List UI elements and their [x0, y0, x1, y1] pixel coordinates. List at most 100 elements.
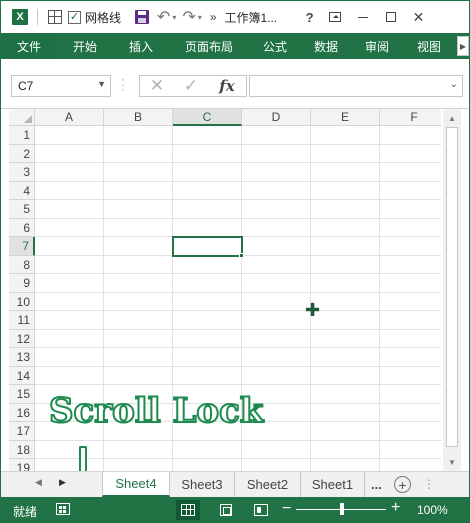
- tab-split-grip-icon[interactable]: ⋮: [423, 477, 435, 491]
- row-gridline: [35, 365, 441, 367]
- formula-input[interactable]: ⌄: [249, 75, 463, 97]
- row-header-17[interactable]: 17: [9, 422, 35, 441]
- scroll-up-icon[interactable]: ▲: [443, 111, 461, 125]
- row-header-14[interactable]: 14: [9, 366, 35, 385]
- sheet-tab-bar: ◀ ▶ Sheet4 Sheet3 Sheet2 Sheet1 ... + ⋮: [1, 471, 469, 497]
- zoom-slider-thumb[interactable]: [340, 503, 344, 515]
- undo-icon[interactable]: ↶: [157, 7, 170, 27]
- tab-file[interactable]: 文件: [1, 33, 57, 59]
- column-header-f[interactable]: F: [380, 109, 441, 126]
- row-header-7[interactable]: 7: [9, 237, 35, 256]
- ribbon-display-icon: [328, 12, 341, 22]
- tab-home[interactable]: 开始: [57, 33, 113, 59]
- chevron-down-icon[interactable]: ▼: [97, 79, 106, 89]
- row-header-13[interactable]: 13: [9, 348, 35, 367]
- row-gridline: [35, 458, 441, 459]
- excel-logo-icon[interactable]: X: [7, 1, 33, 33]
- row-header-10[interactable]: 10: [9, 292, 35, 311]
- ribbon-display-options-button[interactable]: [321, 1, 349, 33]
- column-header-e[interactable]: E: [311, 109, 380, 126]
- tab-data[interactable]: 数据: [301, 33, 351, 59]
- column-header-d[interactable]: D: [242, 109, 311, 126]
- minimize-button[interactable]: [349, 1, 377, 33]
- row-gridline: [35, 217, 441, 219]
- ribbon-tabs: 文件 开始 插入 页面布局 公式 数据 审阅 视图 ▶: [1, 33, 469, 59]
- row-header-4[interactable]: 4: [9, 181, 35, 200]
- row-header-11[interactable]: 11: [9, 311, 35, 330]
- row-gridline: [35, 291, 441, 293]
- enter-check-icon[interactable]: ✓: [174, 76, 208, 96]
- page-break-view-button[interactable]: [249, 500, 273, 520]
- table-grid-icon[interactable]: [48, 10, 62, 24]
- name-box[interactable]: C7 ▼: [11, 75, 111, 97]
- vertical-scrollbar[interactable]: ▲ ▼: [443, 109, 461, 471]
- row-gridline: [35, 347, 441, 348]
- scroll-lock-caption: Scroll Lock: [48, 390, 264, 432]
- vertical-scroll-thumb[interactable]: [446, 127, 458, 447]
- row-gridline: [35, 143, 441, 145]
- maximize-button[interactable]: [377, 1, 405, 33]
- row-gridline: [35, 162, 441, 163]
- tab-page-layout[interactable]: 页面布局: [169, 33, 249, 59]
- undo-dropdown-icon[interactable]: ▾: [172, 13, 176, 22]
- expand-formula-bar-icon[interactable]: ⌄: [450, 79, 458, 90]
- row-header-1[interactable]: 1: [9, 126, 35, 145]
- zoom-out-button[interactable]: −: [282, 500, 291, 518]
- cancel-icon[interactable]: ✕: [140, 76, 174, 96]
- sheet-tab-sheet2[interactable]: Sheet2: [235, 472, 301, 497]
- status-ready: 就绪: [13, 505, 38, 519]
- page-layout-view-button[interactable]: [214, 500, 238, 520]
- sheet-tab-sheet4[interactable]: Sheet4: [102, 472, 170, 497]
- select-all-button[interactable]: [9, 109, 35, 126]
- row-header-12[interactable]: 12: [9, 329, 35, 348]
- macro-record-icon[interactable]: [56, 503, 70, 515]
- column-header-c[interactable]: C: [173, 109, 242, 126]
- row-gridline: [35, 439, 441, 441]
- redo-dropdown-icon[interactable]: ▾: [198, 13, 202, 22]
- zoom-level[interactable]: 100%: [417, 503, 448, 517]
- close-button[interactable]: ✕: [405, 1, 433, 33]
- scroll-down-icon[interactable]: ▼: [443, 455, 461, 469]
- column-headers: ABCDEF: [35, 109, 441, 126]
- tab-view[interactable]: 视图: [403, 33, 455, 59]
- redo-icon[interactable]: ↷: [182, 7, 195, 27]
- row-gridline: [35, 310, 441, 311]
- row-header-6[interactable]: 6: [9, 218, 35, 237]
- zoom-in-button[interactable]: +: [391, 499, 400, 517]
- row-gridline: [35, 273, 441, 274]
- tab-formulas[interactable]: 公式: [249, 33, 301, 59]
- save-icon[interactable]: [135, 10, 150, 24]
- more-commands-icon[interactable]: »: [210, 10, 217, 24]
- help-button[interactable]: ?: [299, 10, 321, 25]
- tab-insert[interactable]: 插入: [113, 33, 169, 59]
- sheet-tab-sheet1[interactable]: Sheet1: [301, 472, 365, 497]
- add-sheet-icon[interactable]: +: [394, 476, 411, 493]
- row-header-18[interactable]: 18: [9, 440, 35, 459]
- ribbon-scroll-right-icon[interactable]: ▶: [457, 36, 469, 56]
- name-box-value: C7: [18, 79, 34, 93]
- insert-function-button[interactable]: fx: [208, 77, 246, 95]
- row-header-15[interactable]: 15: [9, 385, 35, 404]
- row-header-5[interactable]: 5: [9, 200, 35, 219]
- column-header-a[interactable]: A: [35, 109, 104, 126]
- formula-buttons: ✕ ✓ fx: [139, 75, 247, 97]
- row-header-16[interactable]: 16: [9, 403, 35, 422]
- column-header-b[interactable]: B: [104, 109, 173, 126]
- row-header-8[interactable]: 8: [9, 255, 35, 274]
- next-sheet-icon[interactable]: ▶: [59, 477, 66, 488]
- row-header-3[interactable]: 3: [9, 163, 35, 182]
- fill-handle[interactable]: [239, 252, 244, 258]
- row-header-2[interactable]: 2: [9, 144, 35, 163]
- gridlines-checkbox[interactable]: ✓: [68, 10, 81, 24]
- normal-view-button[interactable]: [176, 500, 200, 520]
- tab-review[interactable]: 审阅: [351, 33, 403, 59]
- row-header-9[interactable]: 9: [9, 274, 35, 293]
- row-header-19[interactable]: 19: [9, 459, 35, 471]
- more-sheets-button[interactable]: ...: [371, 477, 382, 492]
- formula-bar-grip-icon[interactable]: · · ·: [121, 75, 125, 96]
- active-cell-selection[interactable]: [172, 236, 243, 257]
- row-gridline: [35, 199, 441, 200]
- normal-view-icon: [181, 504, 195, 516]
- sheet-tab-sheet3[interactable]: Sheet3: [170, 472, 235, 497]
- prev-sheet-icon[interactable]: ◀: [35, 477, 42, 488]
